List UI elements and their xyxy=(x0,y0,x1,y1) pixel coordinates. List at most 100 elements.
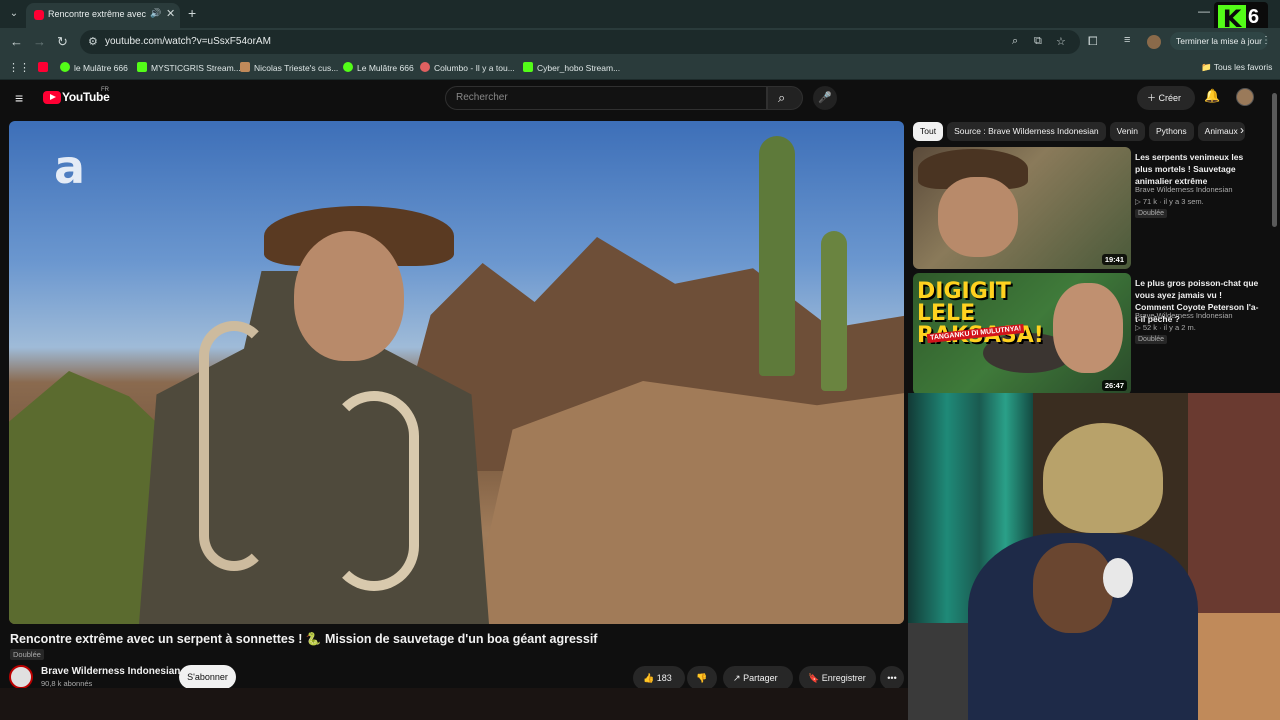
video-player[interactable]: a xyxy=(9,121,904,624)
recommended-channel-name[interactable]: Brave Wilderness Indonesian xyxy=(1135,311,1233,320)
streamer-webcam-overlay xyxy=(908,393,1280,720)
bookmark-favicon-icon xyxy=(420,62,430,72)
thumbnail-face xyxy=(938,177,1018,257)
chip-all[interactable]: Tout xyxy=(913,122,944,141)
recommended-video[interactable]: 19:41 Les serpents venimeux les plus mor… xyxy=(913,147,1263,269)
bookmark-favicon-icon xyxy=(343,62,353,72)
speaker-icon[interactable]: 🔊 xyxy=(150,8,161,19)
dislike-button[interactable]: 👎 xyxy=(687,666,717,690)
voice-search-mic-icon[interactable]: 🎤 xyxy=(813,86,837,110)
media-controls-icon[interactable]: ≡ xyxy=(1124,34,1130,46)
chip-animals[interactable]: Animaux xyxy=(1197,122,1245,141)
site-info-icon[interactable]: ⚙ xyxy=(88,35,98,48)
new-tab-button[interactable]: + xyxy=(188,5,196,21)
apps-grid-icon[interactable]: ⋮⋮ xyxy=(8,61,30,74)
subscribe-button[interactable]: S'abonner xyxy=(179,665,236,689)
forward-arrow-icon[interactable]: → xyxy=(33,34,46,49)
notifications-bell-icon[interactable]: 🔔 xyxy=(1204,88,1220,104)
active-tab[interactable]: Rencontre extrême avec un serpent à sonn… xyxy=(26,3,180,28)
subscriber-count: 90,8 k abonnés xyxy=(41,679,93,688)
channel-name[interactable]: Brave Wilderness Indonesian xyxy=(41,666,180,677)
channel-watermark-logo: a xyxy=(54,140,86,194)
like-button[interactable]: 👍 183 xyxy=(633,666,685,690)
chip-pythons[interactable]: Pythons xyxy=(1148,122,1194,141)
bookmark-icon: 🔖 xyxy=(808,673,820,683)
video-thumbnail[interactable]: 19:41 xyxy=(913,147,1131,269)
video-frame-cactus xyxy=(821,231,847,391)
recommended-video[interactable]: DIGIGIT LELE RAKSASA! TANGANKU DI MULUTN… xyxy=(913,273,1263,395)
sidebar-scrollbar[interactable] xyxy=(1272,93,1277,227)
account-avatar[interactable] xyxy=(1236,88,1254,106)
video-frame-snake xyxy=(199,321,269,571)
search-input[interactable]: Rechercher xyxy=(445,86,767,110)
finish-update-button[interactable]: Terminer la mise à jour xyxy=(1170,32,1268,50)
youtube-logo-icon[interactable] xyxy=(43,91,61,104)
back-arrow-icon[interactable]: ← xyxy=(10,34,23,49)
tab-title: Rencontre extrême avec un serpent à sonn… xyxy=(48,9,148,19)
region-code: FR xyxy=(101,87,109,93)
bookmark-item[interactable]: MYSTICGRIS Stream... xyxy=(137,62,241,73)
url-text[interactable]: youtube.com/watch?v=uSsxF54orAM xyxy=(105,36,271,47)
create-button[interactable]: ＋ Créer xyxy=(1137,86,1195,110)
thumbs-up-icon: 👍 xyxy=(643,673,655,683)
thumbs-down-icon: 👎 xyxy=(696,673,708,683)
bookmark-star-icon[interactable]: ☆ xyxy=(1056,35,1066,48)
search-placeholder: Rechercher xyxy=(456,92,508,103)
bookmark-favicon-icon xyxy=(60,62,70,72)
chevron-right-icon[interactable]: › xyxy=(1240,123,1244,137)
webcam-wall-art xyxy=(1188,393,1280,613)
browser-profile-avatar[interactable] xyxy=(1147,35,1161,49)
dubbed-badge: Doublée xyxy=(1135,209,1168,218)
video-frame-snake xyxy=(329,391,419,591)
bookmark-item[interactable]: Le Mulâtre 666 xyxy=(343,62,414,73)
filter-chips: Tout Source : Brave Wilderness Indonesian… xyxy=(913,121,1253,141)
save-button[interactable]: 🔖 Enregistrer xyxy=(799,666,876,690)
bookmark-item[interactable]: le Mulâtre 666 xyxy=(60,62,128,73)
page-bottom-strip xyxy=(0,688,908,720)
more-actions-button[interactable]: ••• xyxy=(880,666,904,690)
share-button[interactable]: ↗ Partager xyxy=(723,666,793,690)
bookmark-item[interactable]: Nicolas Trieste's cus... xyxy=(240,62,338,73)
share-arrow-icon: ↗ xyxy=(733,673,741,683)
headset-icon xyxy=(1103,558,1133,598)
search-button[interactable]: ⌕ xyxy=(767,86,803,110)
views-icon: ▷ xyxy=(1135,197,1143,206)
reload-icon[interactable]: ↻ xyxy=(57,34,68,50)
video-thumbnail[interactable]: DIGIGIT LELE RAKSASA! TANGANKU DI MULUTN… xyxy=(913,273,1131,395)
browser-toolbar: ← → ↻ ⚙ youtube.com/watch?v=uSsxF54orAM … xyxy=(0,28,1280,56)
bookmark-favicon-icon xyxy=(240,62,250,72)
video-title: Rencontre extrême avec un serpent à sonn… xyxy=(10,632,598,646)
browser-menu-icon[interactable]: ⋮ xyxy=(1261,35,1271,46)
tab-list-button[interactable]: ⌄ xyxy=(6,6,22,22)
bookmark-favicon-icon xyxy=(523,62,533,72)
recommended-video-meta: ▷ 71 k · il y a 3 sem. xyxy=(1135,197,1204,206)
extensions-puzzle-icon[interactable]: ⧠ xyxy=(1088,34,1098,49)
channel-avatar[interactable] xyxy=(9,665,33,689)
hamburger-menu-icon[interactable]: ≡ xyxy=(15,90,23,106)
video-frame-cactus xyxy=(759,136,795,376)
webcam-chair xyxy=(1198,613,1280,720)
zoom-search-icon[interactable]: ⌕ xyxy=(1012,35,1018,48)
webcam-face xyxy=(1033,543,1113,633)
bookmark-favicon-icon xyxy=(137,62,147,72)
bookmark-item[interactable]: Columbo - Il y a tou... xyxy=(420,62,515,73)
chip-source[interactable]: Source : Brave Wilderness Indonesian xyxy=(947,122,1106,141)
youtube-bookmark-icon[interactable] xyxy=(38,62,52,73)
recommended-video-title[interactable]: Les serpents venimeux les plus mortels !… xyxy=(1135,151,1260,187)
all-bookmarks-folder[interactable]: 📁 Tous les favoris xyxy=(1201,62,1272,73)
chip-venom[interactable]: Venin xyxy=(1109,122,1145,141)
minimize-window-button[interactable]: — xyxy=(1198,4,1210,18)
video-frame-face xyxy=(294,231,404,361)
install-app-icon[interactable]: ⧉ xyxy=(1034,35,1042,48)
views-icon: ▷ xyxy=(1135,323,1143,332)
video-duration: 26:47 xyxy=(1101,380,1127,391)
bookmark-item[interactable]: Cyber_hobo Stream... xyxy=(523,62,620,73)
webcam-skull-painting xyxy=(1043,423,1163,533)
youtube-header: ≡ YouTube FR Rechercher ⌕ 🎤 ＋ Créer 🔔 xyxy=(0,81,1280,113)
thumbnail-person xyxy=(1053,283,1123,373)
address-bar[interactable]: ⚙ youtube.com/watch?v=uSsxF54orAM ⌕ ⧉ ☆ xyxy=(80,30,1080,54)
search-icon: ⌕ xyxy=(778,90,786,105)
recommended-channel-name[interactable]: Brave Wilderness Indonesian xyxy=(1135,185,1233,194)
plus-icon: ＋ xyxy=(1147,93,1159,103)
close-tab-icon[interactable]: ✕ xyxy=(166,7,175,20)
